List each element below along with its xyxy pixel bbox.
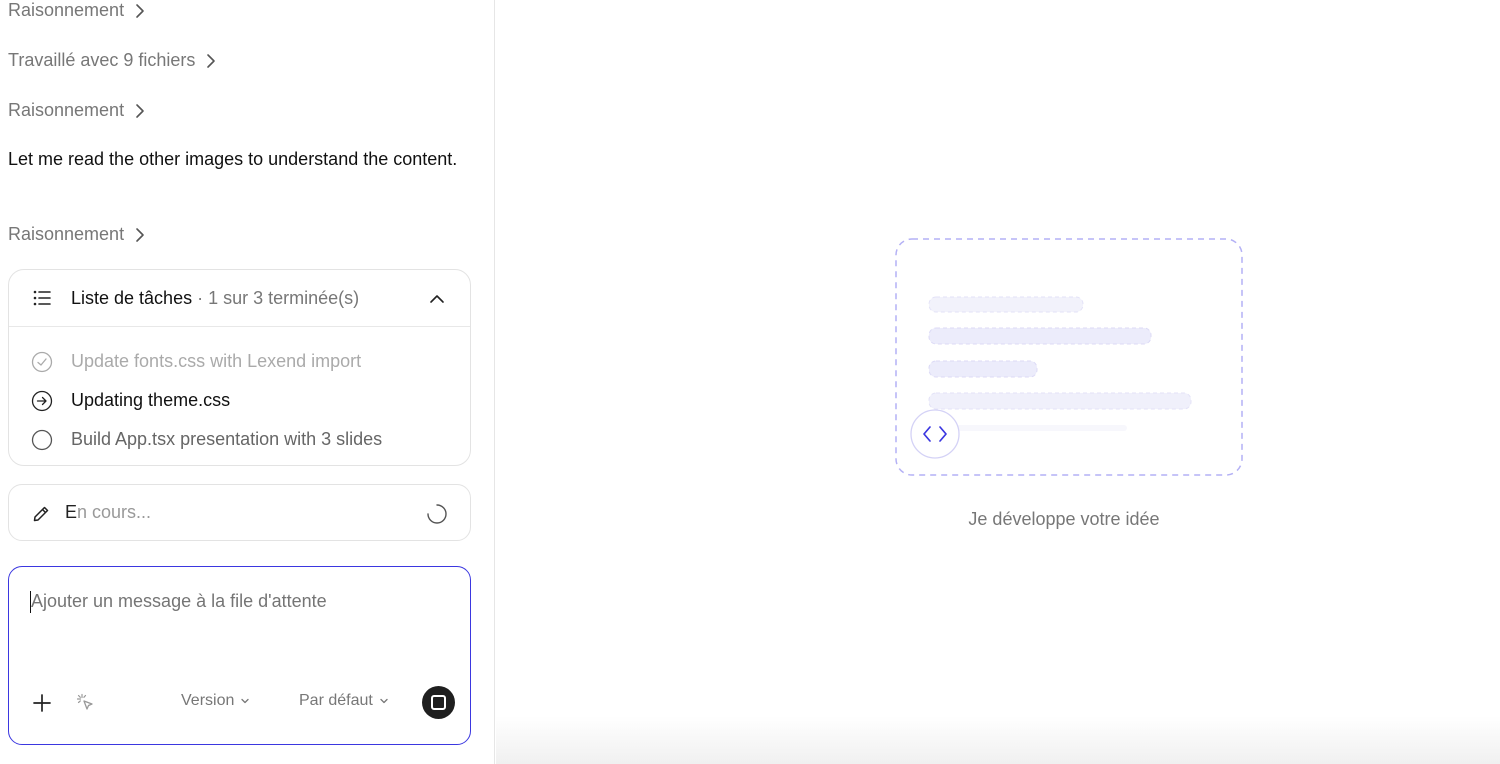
step-label: Travaillé avec 9 fichiers	[8, 50, 196, 70]
preview-placeholder-illustration	[895, 238, 1243, 476]
skeleton-line	[928, 296, 1084, 313]
bottom-fade	[496, 716, 1500, 764]
task-label: Build App.tsx presentation with 3 slides	[71, 429, 383, 449]
reasoning-toggle[interactable]: Raisonnement	[8, 0, 148, 21]
chevron-right-icon	[136, 227, 144, 242]
assistant-message: Let me read the other images to understa…	[8, 149, 458, 169]
chevron-right-icon	[207, 53, 216, 68]
step-label: Raisonnement	[8, 0, 125, 20]
reasoning-toggle[interactable]: Raisonnement	[8, 224, 148, 245]
mode-label: Par défaut	[299, 692, 373, 709]
cursor-click-icon[interactable]	[75, 692, 97, 714]
arrow-circle-icon	[31, 390, 53, 411]
task-item: Updating theme.css	[9, 381, 470, 420]
stop-button[interactable]	[422, 686, 455, 719]
chat-panel: Raisonnement Travaillé avec 9 fichiers R…	[0, 0, 495, 764]
task-list-title: Liste de tâches	[71, 287, 193, 308]
task-list-card: Liste de tâches · 1 sur 3 terminée(s) Up…	[8, 269, 471, 466]
list-icon	[33, 290, 51, 306]
composer-toolbar: Version Par défaut	[9, 664, 470, 744]
reasoning-toggle[interactable]: Raisonnement	[8, 100, 148, 121]
skeleton-line	[928, 327, 1152, 345]
status-text: En cours...	[65, 502, 152, 522]
plus-icon[interactable]	[31, 692, 53, 714]
queue-message-input[interactable]	[31, 591, 451, 612]
step-label: Raisonnement	[8, 100, 125, 120]
task-label: Updating theme.css	[71, 390, 231, 410]
chevron-down-icon	[241, 698, 250, 704]
task-item: Build App.tsx presentation with 3 slides	[9, 420, 470, 459]
step-label: Raisonnement	[8, 224, 125, 244]
version-dropdown[interactable]: Version	[181, 692, 250, 710]
stop-icon	[431, 695, 446, 710]
separator: ·	[197, 287, 204, 308]
pencil-icon	[33, 506, 49, 521]
status-indicator: En cours...	[8, 484, 471, 541]
spinner-icon	[427, 504, 447, 524]
chevron-down-icon	[380, 698, 388, 704]
version-label: Version	[181, 692, 235, 709]
task-list-header[interactable]: Liste de tâches · 1 sur 3 terminée(s)	[9, 270, 470, 327]
check-circle-icon	[31, 351, 53, 372]
task-label: Update fonts.css with Lexend import	[71, 351, 362, 371]
skeleton-line	[928, 360, 1038, 378]
chevron-up-icon[interactable]	[428, 290, 446, 308]
preview-caption: Je développe votre idée	[968, 509, 1160, 529]
task-item: Update fonts.css with Lexend import	[9, 342, 470, 381]
preview-panel: Je développe votre idée	[496, 0, 1500, 764]
message-composer: Version Par défaut	[8, 566, 471, 745]
chevron-right-icon	[136, 3, 144, 18]
chevron-right-icon	[136, 103, 144, 118]
empty-circle-icon	[31, 429, 53, 450]
task-progress: 1 sur 3 terminée(s)	[208, 287, 360, 308]
skeleton-line	[951, 425, 1127, 431]
skeleton-line	[928, 392, 1192, 410]
mode-dropdown[interactable]: Par défaut	[299, 692, 389, 710]
task-list: Update fonts.css with Lexend import Upda…	[9, 327, 470, 459]
files-toggle[interactable]: Travaillé avec 9 fichiers	[8, 50, 219, 71]
